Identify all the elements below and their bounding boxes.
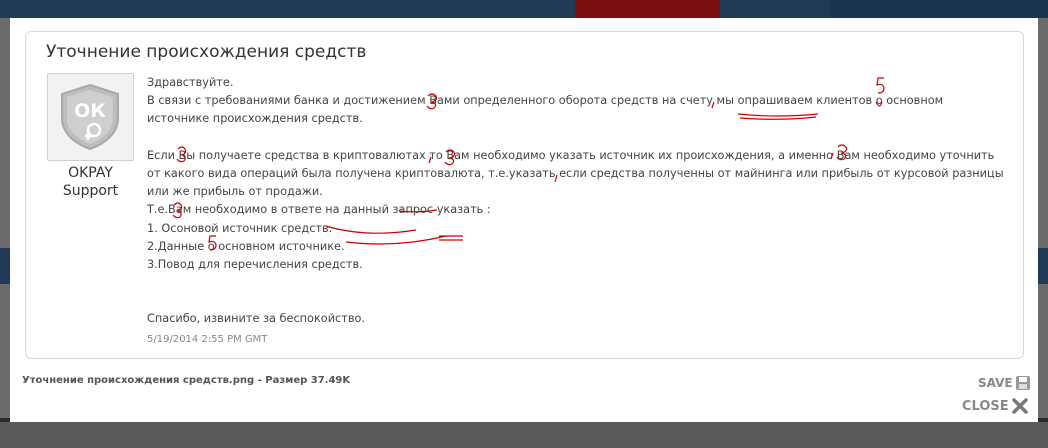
background-banner bbox=[575, 0, 720, 18]
close-label: CLOSE bbox=[962, 398, 1009, 414]
sender-name: OKPAY Support bbox=[62, 165, 119, 199]
message-line: от какого вида операций была получена кр… bbox=[147, 167, 1004, 180]
floppy-disk-icon bbox=[1015, 376, 1030, 390]
message-line: В связи с требованиями банка и достижени… bbox=[147, 94, 944, 108]
background-banner-2 bbox=[830, 0, 1048, 18]
ticket-title: Уточнение происхождения средств bbox=[46, 42, 367, 62]
message-line: источнике происхождения средств. bbox=[147, 112, 363, 126]
message-line: Если Вы получаете средства в криптовалют… bbox=[147, 148, 995, 162]
save-label: SAVE bbox=[978, 376, 1013, 390]
save-button[interactable]: SAVE bbox=[978, 375, 1031, 391]
message-line: Спасибо, извините за беспокойство. bbox=[147, 312, 365, 326]
avatar: ОК bbox=[47, 73, 134, 161]
message-line: 1. Осоновой источник средств. bbox=[147, 221, 333, 235]
message-line: или же прибыль от продажи. bbox=[147, 185, 323, 199]
close-x-icon bbox=[1011, 398, 1028, 414]
message-line: Т.е.Вам необходимо в ответе на данный за… bbox=[147, 203, 491, 217]
file-caption: Уточнение происхождения средств.png - Ра… bbox=[22, 375, 351, 386]
close-button[interactable]: CLOSE bbox=[962, 398, 1028, 414]
okpay-shield-logo-icon: ОК bbox=[61, 83, 119, 151]
message-line: 2.Данные о основном источнике. bbox=[147, 239, 345, 253]
svg-text:ОК: ОК bbox=[74, 100, 106, 122]
message-line: Здравствуйте. bbox=[147, 76, 234, 89]
image-lightbox: Уточнение происхождения средств ОК OKPAY… bbox=[10, 18, 1038, 422]
message-line: 3.Повод для перечисления средств. bbox=[147, 258, 363, 272]
background-footer bbox=[0, 422, 1048, 448]
ticket-message-card: Уточнение происхождения средств ОК OKPAY… bbox=[25, 31, 1024, 359]
message-body: Здравствуйте. В связи с требованиями бан… bbox=[147, 74, 1007, 328]
message-timestamp: 5/19/2014 2:55 PM GMT bbox=[147, 334, 268, 345]
